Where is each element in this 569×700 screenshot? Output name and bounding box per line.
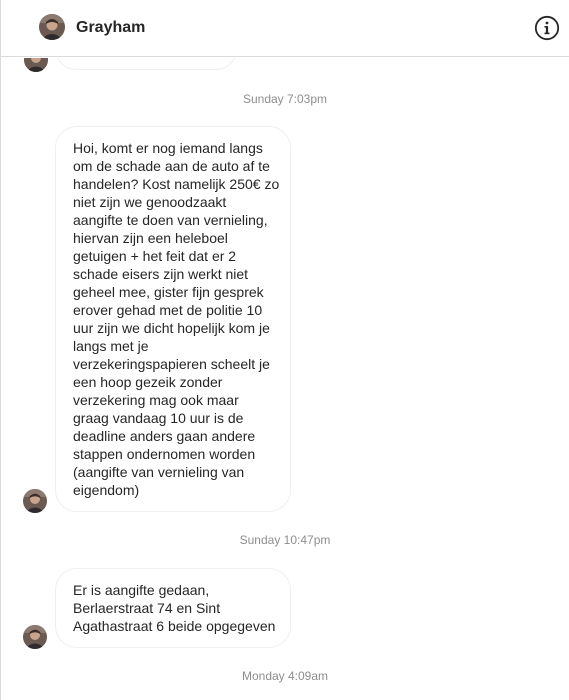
contact-avatar-icon[interactable] [39,14,65,40]
message-line: (aangifte van vernieling van [73,464,245,480]
message-bubble: Hoi, komt er nog iemand langs om de scha… [55,126,291,512]
info-circle-icon[interactable] [534,15,560,41]
conversation-header: Grayham [1,0,569,57]
message-line: Agathastraat 6 beide opgegeven [73,618,276,634]
message-line: eigendom) [73,482,140,498]
sender-avatar-icon [23,489,47,513]
message-line: handelen? Kost namelijk 250€ zo [73,176,280,192]
message-line: Berlaerstraat 74 en Sint [73,600,221,616]
message-line: schade eisers zijn werkt niet [73,266,249,282]
message-line: Hoi, komt er nog iemand langs [73,140,263,156]
message-timestamp: Sunday 10:47pm [239,533,331,547]
message-bubble: Er is aangifte gedaan, Berlaerstraat 74 … [55,568,291,648]
message-line: getuigen + het feit dat er 2 [73,248,237,264]
sender-avatar-icon [24,58,48,72]
message-thread[interactable]: Sunday 7:03pm Hoi, komt er nog iemand la… [1,58,569,700]
sender-avatar-icon [23,625,47,649]
message-line: geheel mee, gister fijn gesprek [73,284,264,300]
message-line: stappen ondernomen worden [73,446,256,462]
message-line: aangifte te doen van vernieling, [73,212,268,228]
message-line: verzekeringspapieren scheelt je [73,356,270,372]
message-line: een hoop gezeik zonder [73,374,223,390]
message-line: deadline anders gaan andere [73,428,256,444]
message-line: niet zijn we genoodzaakt [73,194,227,210]
message-line: verzekering mag ook maar [73,392,239,408]
message-line: graag vandaag 10 uur is de [73,410,244,426]
previous-message-bubble [55,58,237,70]
message-line: om de schade aan de auto af te [73,158,270,174]
message-line: langs met je [73,338,149,354]
message-line: hiervan zijn een heleboel [73,230,228,246]
message-timestamp: Monday 4:09am [241,669,329,683]
message-line: Er is aangifte gedaan, [73,582,210,598]
contact-name[interactable]: Grayham [76,18,145,38]
message-line: uur zijn we dicht hopelijk kom je [73,320,270,336]
message-timestamp: Sunday 7:03pm [242,92,328,106]
message-line: erover gehad met de politie 10 [73,302,263,318]
